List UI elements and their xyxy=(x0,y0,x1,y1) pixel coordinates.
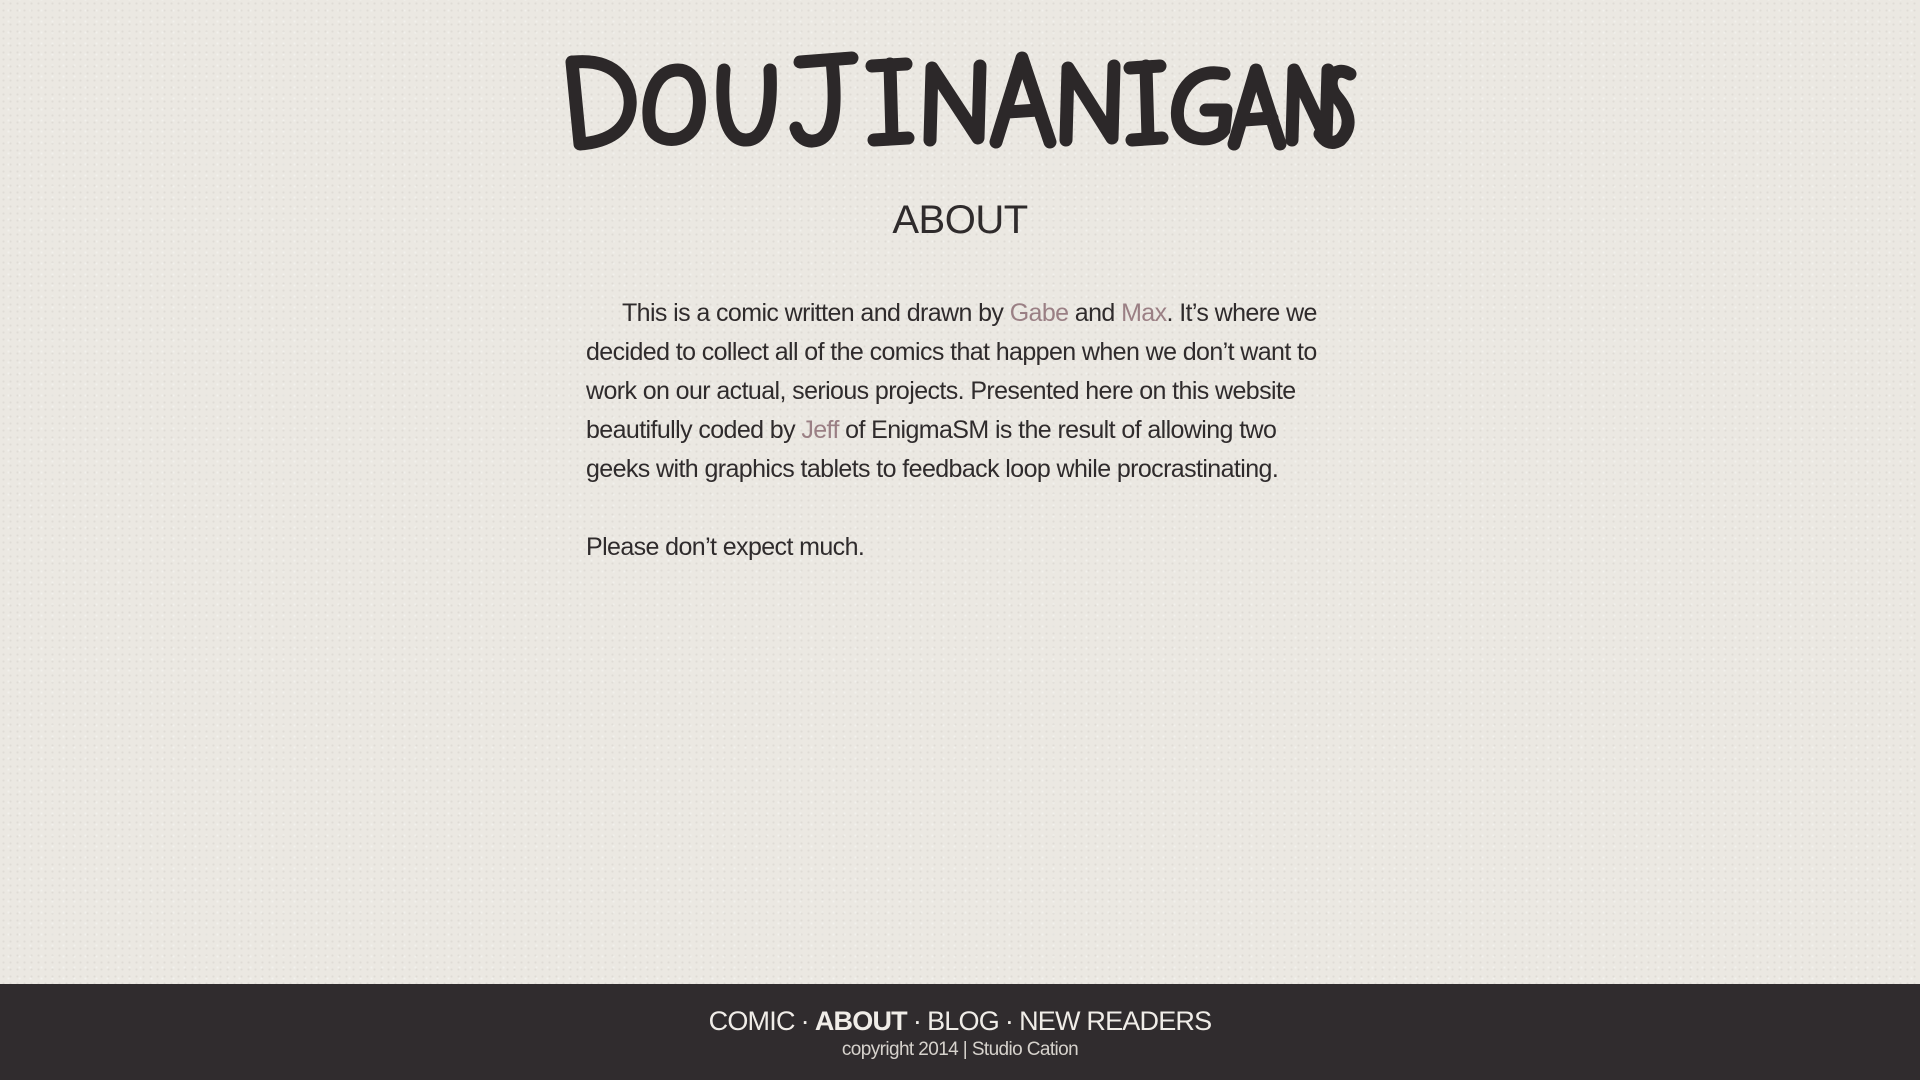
intro-text-2: and xyxy=(1068,299,1122,327)
gabe-link[interactable]: Gabe xyxy=(1010,299,1069,327)
nav-new-readers-link[interactable]: NEW READERS xyxy=(1019,1006,1212,1036)
intro-paragraph: This is a comic written and drawn by Gab… xyxy=(586,294,1338,489)
intro-text-1: This is a comic written and drawn by xyxy=(622,299,1010,327)
jeff-link[interactable]: Jeff xyxy=(801,416,839,444)
logo-brush-lettering xyxy=(565,51,1357,151)
nav-separator: · xyxy=(800,1006,810,1036)
nav-separator: · xyxy=(912,1006,922,1036)
copyright-text: copyright 2014 | Studio Cation xyxy=(841,1039,1079,1060)
footer: COMIC · ABOUT · BLOG · NEW READERS copyright 2… xyxy=(0,984,1920,1080)
nav-comic-link[interactable]: COMIC xyxy=(709,1006,796,1036)
nav-blog-link[interactable]: BLOG xyxy=(927,1006,1000,1036)
nav-about-link[interactable]: ABOUT xyxy=(815,1006,908,1036)
about-content: This is a comic written and drawn by Gab… xyxy=(586,294,1338,567)
max-link[interactable]: Max xyxy=(1121,299,1167,327)
footer-nav: COMIC · ABOUT · BLOG · NEW READERS xyxy=(0,984,1920,1036)
page-title: ABOUT xyxy=(892,198,1028,242)
site-logo[interactable] xyxy=(560,40,1360,160)
closing-paragraph: Please don’t expect much. xyxy=(586,533,865,561)
nav-separator: · xyxy=(1004,1006,1014,1036)
